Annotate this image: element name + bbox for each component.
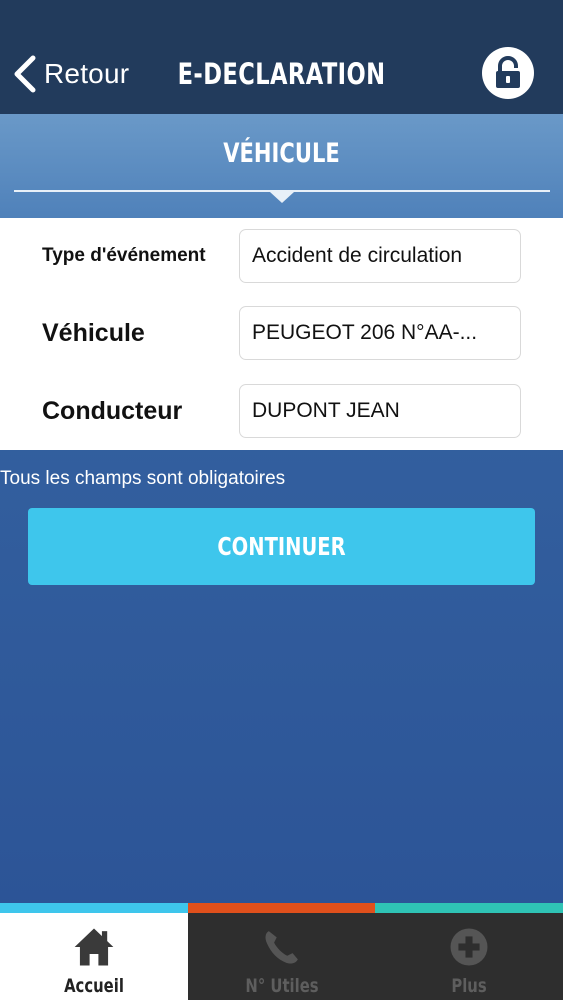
page-title: E-DECLARATION — [177, 57, 386, 91]
tab-bar: Accueil N° Utiles Plus — [0, 913, 563, 1000]
app-screen: Retour E-DECLARATION VÉHICULE Type d'évé… — [0, 0, 563, 1000]
home-icon — [69, 923, 119, 971]
tab-home-label: Accueil — [64, 975, 124, 997]
continue-label: CONTINUER — [217, 532, 346, 561]
tab-more-label: Plus — [451, 975, 487, 997]
event-type-field[interactable]: Accident de circulation — [239, 229, 521, 283]
vehicle-label: Véhicule — [42, 319, 145, 347]
phone-icon — [257, 923, 307, 971]
required-fields-note: Tous les champs sont obligatoires — [0, 468, 286, 489]
form-row-driver: Conducteur DUPONT JEAN — [0, 384, 563, 438]
form-row-event-type: Type d'événement Accident de circulation — [0, 229, 563, 283]
vehicle-field[interactable]: PEUGEOT 206 N°AA-... — [239, 306, 521, 360]
form-row-vehicle: Véhicule PEUGEOT 206 N°AA-... — [0, 306, 563, 360]
tab-useful-numbers[interactable]: N° Utiles — [188, 913, 376, 1000]
chevron-left-icon — [14, 55, 36, 93]
declaration-form: Type d'événement Accident de circulation… — [0, 218, 563, 450]
continue-button[interactable]: CONTINUER — [28, 508, 535, 585]
tab-useful-numbers-label: N° Utiles — [245, 975, 319, 997]
unlock-icon — [496, 56, 520, 88]
caret-down-icon — [270, 192, 294, 203]
lock-button[interactable] — [482, 47, 534, 99]
tab-accent-more — [375, 903, 563, 913]
section-header: VÉHICULE — [0, 114, 563, 218]
tab-accent-numbers — [188, 903, 375, 913]
tab-more[interactable]: Plus — [375, 913, 563, 1000]
tab-home[interactable]: Accueil — [0, 913, 188, 1000]
event-type-label: Type d'événement — [42, 245, 206, 266]
driver-field[interactable]: DUPONT JEAN — [239, 384, 521, 438]
driver-label: Conducteur — [42, 397, 183, 425]
tab-accent-home — [0, 903, 188, 913]
plus-circle-icon — [444, 923, 494, 971]
section-title: VÉHICULE — [223, 138, 340, 169]
header-bar: Retour E-DECLARATION — [0, 0, 563, 114]
